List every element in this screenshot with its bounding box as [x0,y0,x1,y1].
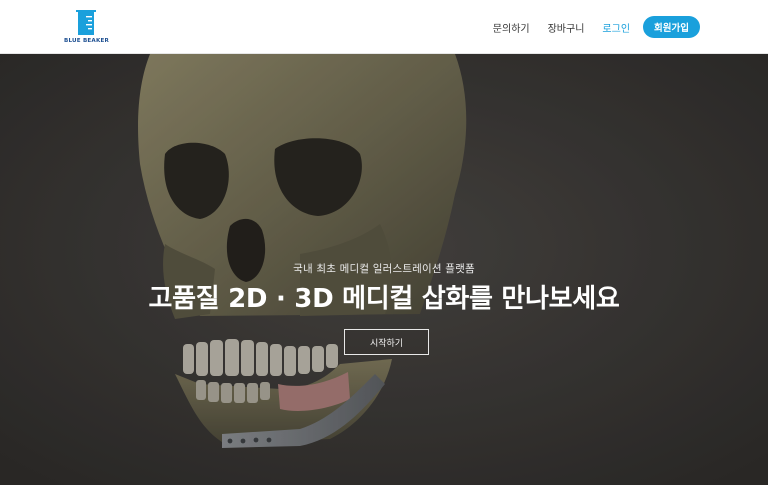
top-nav: 문의하기 장바구니 로그인 회원가입 [475,15,700,39]
hero-subtitle: 국내 최초 메디컬 일러스트레이션 플랫폼 [293,263,475,275]
nav-login-link[interactable]: 로그인 [602,20,630,35]
start-button[interactable]: 시작하기 [344,329,429,355]
nav-cart-link[interactable]: 장바구니 [548,20,585,35]
hero-section: 국내 최초 메디컬 일러스트레이션 플랫폼 고품질 2D · 3D 메디컬 삽화… [0,54,768,485]
hero-title: 고품질 2D · 3D 메디컬 삽화를 만나보세요 [148,284,620,314]
brand-logo[interactable]: BLUE BEAKER [64,9,110,47]
signup-button[interactable]: 회원가입 [643,16,700,38]
brand-name: BLUE BEAKER [64,38,110,44]
nav-inquiry-link[interactable]: 문의하기 [493,20,530,35]
beaker-icon [76,10,96,35]
site-header: BLUE BEAKER 문의하기 장바구니 로그인 회원가입 [0,0,768,54]
